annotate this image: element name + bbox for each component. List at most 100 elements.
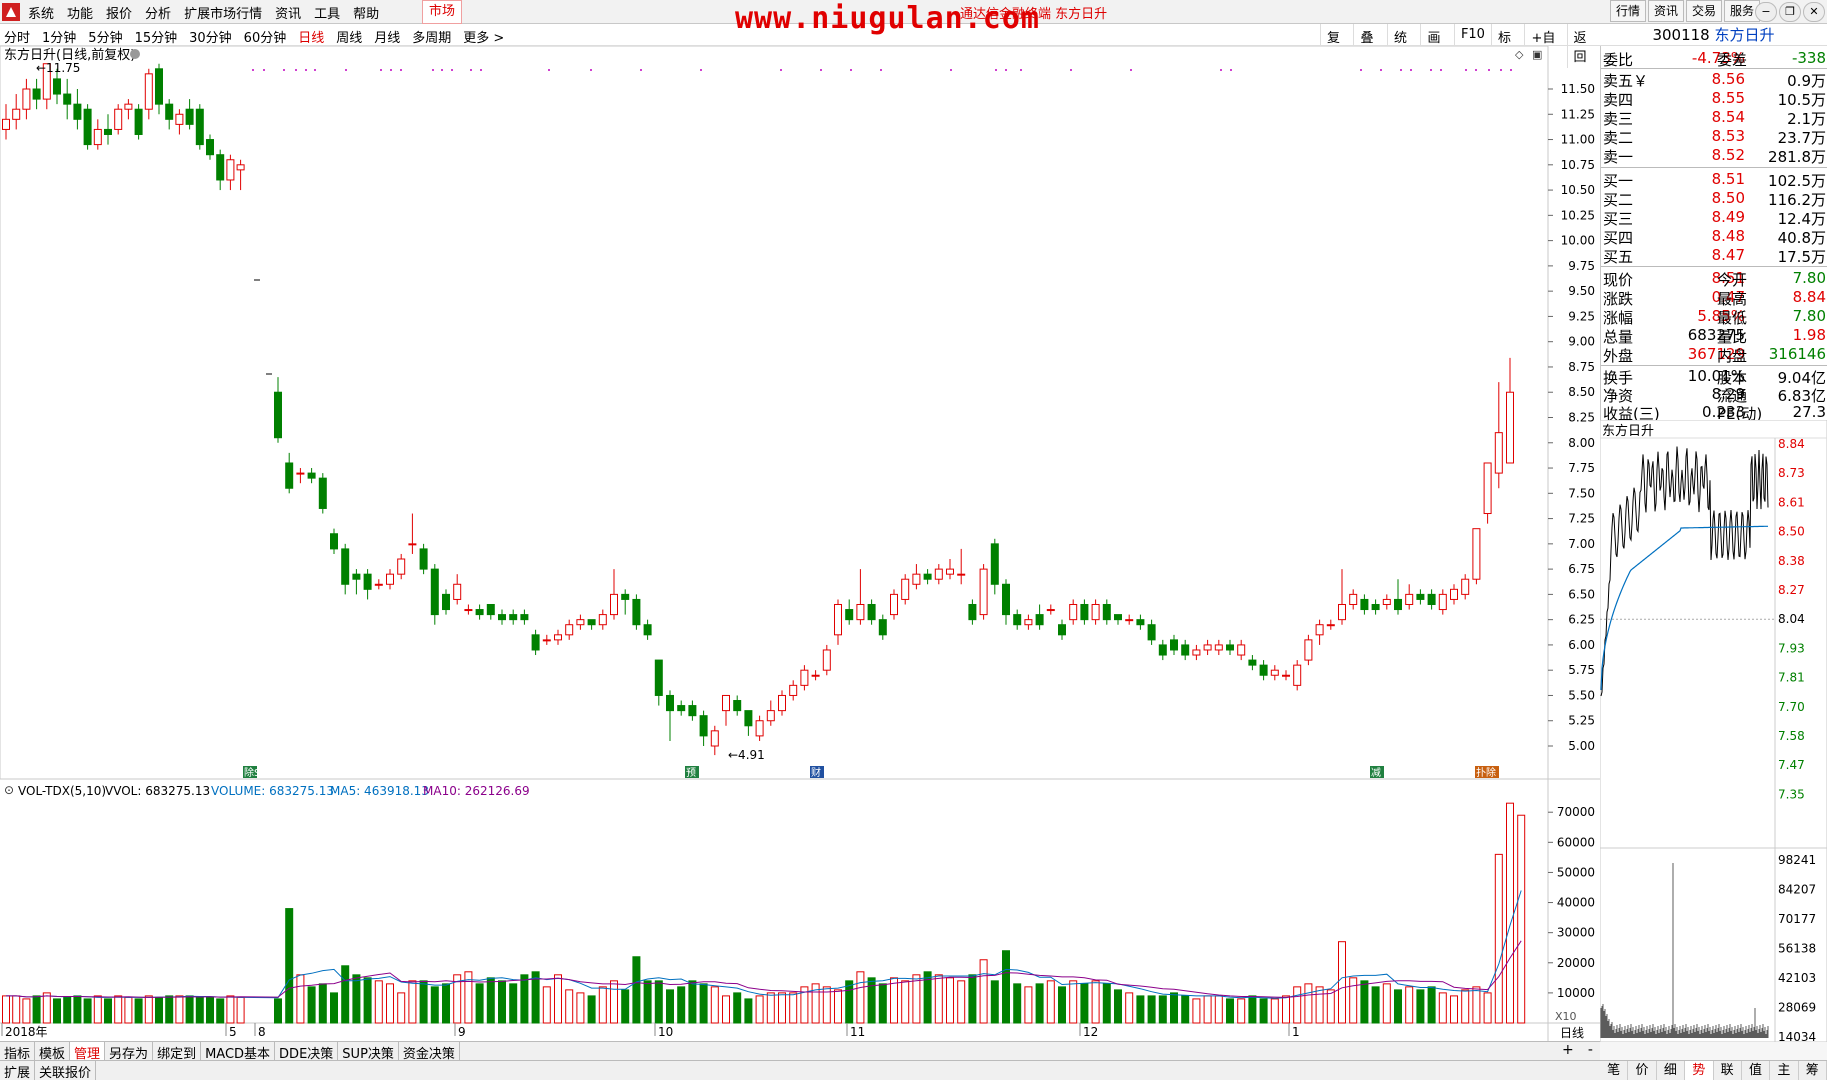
restore-icon[interactable]: ❐ [1779, 2, 1801, 22]
ask-row[interactable]: 卖二 8.53 23.7万 [1601, 127, 1827, 147]
extension-tab-1[interactable]: 关联报价 [35, 1061, 97, 1081]
detail-tab-2[interactable]: 细 [1657, 1061, 1686, 1080]
indicator-tab-7[interactable]: SUP决策 [338, 1042, 399, 1062]
signal-dot [548, 69, 550, 71]
panel-toggle-icon[interactable]: ▣ [1532, 48, 1542, 61]
chevron-down-icon[interactable] [130, 49, 140, 59]
kline-chart[interactable]: 东方日升(日线,前复权)11.5011.2511.0010.7510.5010.… [0, 46, 1600, 1041]
close-icon[interactable]: ✕ [1803, 2, 1825, 22]
event-label[interactable]: 财 [810, 766, 824, 779]
volume-bar [901, 980, 910, 1024]
signal-dot [1510, 69, 1512, 71]
intraday-title: 东方日升 [1602, 423, 1654, 439]
volume-indicator-name: VOL-TDX(5,10) [18, 784, 106, 798]
signal-dot [950, 69, 952, 71]
ask-row[interactable]: 卖四 8.55 10.5万 [1601, 89, 1827, 109]
quote-value: 316146 [1768, 345, 1826, 363]
volume-bar [1394, 989, 1402, 1024]
indicator-tab-4[interactable]: 绑定到 [153, 1042, 202, 1062]
volume-bar [1315, 986, 1324, 1024]
volume-bar [856, 971, 865, 1024]
menu-item-1[interactable]: 功能 [65, 3, 104, 22]
indicator-tab-0[interactable]: 指标 [0, 1042, 36, 1062]
signal-dot [780, 69, 782, 71]
period-tab-3[interactable]: 15分钟 [135, 27, 178, 46]
price-tick-label: 10.25 [1561, 208, 1595, 222]
ask-row[interactable]: 卖五￥ 8.56 0.9万 [1601, 70, 1827, 90]
zoom-in-button[interactable]: + [1562, 1042, 1574, 1060]
quote-label: 现价 [1603, 271, 1634, 289]
price-tick-label: 9.75 [1568, 259, 1595, 273]
menu-item-4[interactable]: 扩展市场行情 [182, 3, 273, 22]
bid-row[interactable]: 买四 8.48 40.8万 [1601, 227, 1827, 247]
event-label[interactable]: 预 [685, 766, 699, 779]
indicator-tab-3[interactable]: 另存为 [105, 1042, 154, 1062]
top-button-2[interactable]: 交易 [1686, 0, 1722, 22]
event-label[interactable]: 扑除 [1475, 766, 1499, 779]
period-tab-0[interactable]: 分时 [4, 27, 30, 46]
bid-price: 8.49 [1711, 208, 1745, 226]
detail-tab-5[interactable]: 值 [1742, 1061, 1771, 1080]
quote-label: 卖二 [1603, 129, 1634, 147]
indicator-tab-6[interactable]: DDE决策 [275, 1042, 339, 1062]
detail-tab-0[interactable]: 笔 [1600, 1061, 1629, 1080]
candle [195, 104, 204, 150]
period-tab-2[interactable]: 5分钟 [88, 27, 122, 46]
volume-bar [486, 977, 495, 1024]
menu-item-3[interactable]: 分析 [143, 3, 182, 22]
bid-row[interactable]: 买三 8.49 12.4万 [1601, 208, 1827, 228]
top-button-0[interactable]: 行情 [1610, 0, 1646, 22]
extension-tab-0[interactable]: 扩展 [0, 1061, 36, 1081]
indicator-tab-2[interactable]: 管理 [70, 1042, 106, 1062]
volume-bar [1114, 989, 1122, 1024]
volume-bar [845, 980, 854, 1024]
period-tab-9[interactable]: 多周期 [412, 27, 451, 46]
quote-label: 卖五￥ [1603, 72, 1649, 90]
signal-dot [1488, 69, 1490, 71]
intraday-chart[interactable]: 东方日升 8.84 8.73 8.61 8.50 8.38 8.27 8.04 7.93 7.81… [1600, 420, 1827, 1042]
bid-row[interactable]: 买二 8.50 116.2万 [1601, 189, 1827, 209]
event-label[interactable]: 除S [243, 766, 260, 779]
period-tab-8[interactable]: 月线 [374, 27, 400, 46]
period-tab-1[interactable]: 1分钟 [42, 27, 76, 46]
detail-tab-6[interactable]: 主 [1770, 1061, 1799, 1080]
period-tab-7[interactable]: 周线 [336, 27, 362, 46]
period-tab-10[interactable]: 更多 > [463, 27, 504, 46]
bid-row[interactable]: 买一 8.51 102.5万 [1601, 170, 1827, 190]
menu-item-2[interactable]: 报价 [104, 3, 143, 22]
signal-dot [1380, 69, 1382, 71]
intraday-vol-label: 14034 [1778, 1030, 1816, 1042]
signal-dot [880, 69, 882, 71]
market-button[interactable]: 市场 [422, 0, 462, 24]
volume-bar [42, 992, 51, 1024]
volume-bar [318, 983, 327, 1024]
menu-item-0[interactable]: 系统 [26, 3, 65, 22]
detail-tab-4[interactable]: 联 [1714, 1061, 1742, 1080]
ask-row[interactable]: 卖一 8.52 281.8万 [1601, 146, 1827, 166]
menu-item-7[interactable]: 帮助 [351, 3, 390, 22]
volume-bar [175, 995, 184, 1024]
event-label[interactable]: 减 [1370, 766, 1384, 779]
app-logo-icon[interactable] [2, 3, 20, 21]
diamond-icon[interactable]: ◇ [1515, 48, 1524, 61]
indicator-tab-1[interactable]: 模板 [35, 1042, 71, 1062]
volume-toggle-icon[interactable]: ⊙ [4, 783, 14, 797]
detail-tab-1[interactable]: 价 [1628, 1061, 1657, 1080]
zoom-out-button[interactable]: - [1588, 1042, 1593, 1060]
minimize-icon[interactable]: − [1755, 2, 1777, 22]
detail-tab-7[interactable]: 筹 [1799, 1061, 1827, 1080]
detail-tab-3[interactable]: 势 [1685, 1061, 1714, 1080]
indicator-tab-8[interactable]: 资金决策 [399, 1042, 460, 1062]
bid-volume: 12.4万 [1777, 210, 1826, 228]
bid-row[interactable]: 买五 8.47 17.5万 [1601, 246, 1827, 266]
period-tab-4[interactable]: 30分钟 [189, 27, 232, 46]
indicator-tab-5[interactable]: MACD基本 [201, 1042, 276, 1062]
ask-row[interactable]: 卖三 8.54 2.1万 [1601, 108, 1827, 128]
period-tab-6[interactable]: 日线 [298, 27, 324, 46]
menu-item-5[interactable]: 资讯 [273, 3, 312, 22]
volume-bar [878, 983, 887, 1024]
period-tab-5[interactable]: 60分钟 [244, 27, 287, 46]
menu-item-6[interactable]: 工具 [312, 3, 351, 22]
top-button-1[interactable]: 资讯 [1648, 0, 1684, 22]
candle [83, 104, 92, 150]
